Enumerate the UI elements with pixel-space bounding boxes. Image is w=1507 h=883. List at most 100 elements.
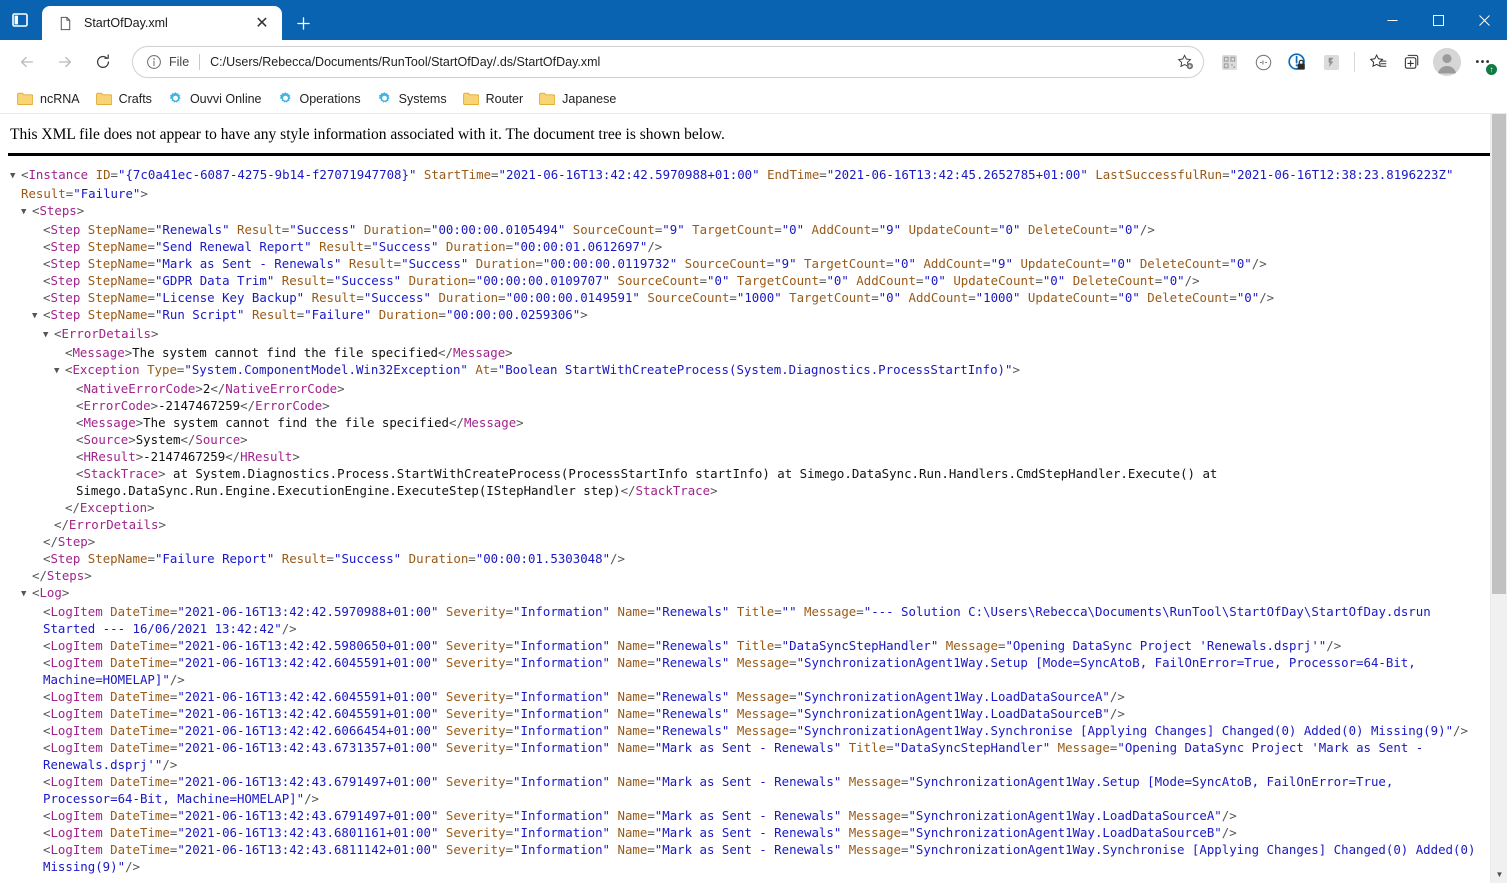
url-text[interactable]: C:/Users/Rebecca/Documents/RunTool/Start…	[210, 55, 1171, 69]
title-bar: StartOfDay.xml ✕	[0, 0, 1507, 40]
bookmark-crafts[interactable]: Crafts	[89, 87, 159, 111]
xml-line: <Source>System</Source>	[76, 432, 248, 447]
twisty-toggle[interactable]: ▼	[21, 204, 32, 221]
notice-divider	[8, 153, 1499, 156]
bookmark-ncrna[interactable]: ncRNA	[10, 87, 87, 111]
profile-avatar[interactable]	[1433, 48, 1461, 76]
vertical-scrollbar[interactable]: ▼	[1490, 114, 1507, 883]
browser-toolbar: File C:/Users/Rebecca/Documents/RunTool/…	[0, 40, 1507, 84]
xml-line: <LogItem DateTime="2021-06-16T13:42:43.6…	[43, 825, 1237, 840]
xml-line: <Step StepName="Failure Report" Result="…	[43, 551, 625, 566]
page-content: This XML file does not appear to have an…	[0, 114, 1507, 883]
xml-line: <LogItem DateTime="2021-06-16T13:42:43.6…	[43, 842, 1483, 874]
scrollbar-thumb[interactable]	[1492, 114, 1506, 594]
browser-tab[interactable]: StartOfDay.xml ✕	[42, 6, 282, 40]
collections-button[interactable]	[1395, 46, 1429, 78]
qr-code-icon	[1221, 54, 1237, 70]
info-glyph	[146, 55, 161, 69]
settings-and-more-button[interactable]: ↑	[1465, 46, 1499, 78]
xml-line: ▼ <Instance ID="{7c0a41ec-6087-4275-9b14-…	[10, 167, 1454, 201]
arrow-left-icon	[20, 56, 34, 68]
refresh-button[interactable]	[84, 46, 122, 78]
add-favorite-icon[interactable]	[1171, 48, 1199, 76]
close-window-button[interactable]	[1461, 0, 1507, 40]
maximize-icon	[1432, 14, 1444, 26]
back-button[interactable]	[8, 46, 46, 78]
xml-line: <LogItem DateTime="2021-06-16T13:42:42.6…	[43, 689, 1125, 704]
folder-icon	[95, 92, 112, 105]
bookmark-operations[interactable]: Operations	[271, 87, 368, 111]
close-tab-icon[interactable]: ✕	[250, 11, 274, 35]
collections-icon	[1404, 54, 1418, 69]
tab-actions-glyph	[12, 13, 28, 27]
bookmark-label: Systems	[398, 91, 447, 106]
info-icon[interactable]	[145, 54, 162, 71]
xml-document-tree: ▼ <Instance ID="{7c0a41ec-6087-4275-9b14-…	[0, 166, 1507, 875]
arrow-right-icon	[58, 56, 72, 68]
favorites-star-icon	[1369, 53, 1386, 67]
xml-line: <LogItem DateTime="2021-06-16T13:42:42.6…	[43, 723, 1468, 738]
folder-icon	[17, 92, 33, 105]
new-tab-button[interactable]	[286, 8, 320, 38]
xml-line: <HResult>-2147467259</HResult>	[76, 449, 300, 464]
bookmark-label: Ouvvi Online	[189, 91, 262, 106]
bookmark-router[interactable]: Router	[456, 87, 531, 111]
scroll-down-arrow[interactable]: ▼	[1491, 866, 1507, 883]
omnibox-divider	[199, 54, 201, 70]
xml-line: ▼ <Step StepName="Run Script" Result="Fai…	[10, 306, 1483, 325]
maximize-button[interactable]	[1415, 0, 1461, 40]
xml-line: <LogItem DateTime="2021-06-16T13:42:42.6…	[43, 655, 1424, 687]
folder-icon	[539, 92, 556, 105]
favorites-button[interactable]	[1361, 46, 1395, 78]
bookmark-label: Operations	[299, 91, 361, 106]
bookmark-ouvvi-online[interactable]: Ouvvi Online	[161, 87, 269, 111]
twisty-toggle[interactable]: ▼	[32, 308, 43, 325]
xml-line: </Step>	[43, 534, 96, 549]
xml-line: ▼ <ErrorDetails>	[10, 325, 1483, 344]
xml-line: <LogItem DateTime="2021-06-16T13:42:42.6…	[43, 706, 1125, 721]
read-aloud-button[interactable]	[1246, 46, 1280, 78]
xml-line: <LogItem DateTime="2021-06-16T13:42:42.5…	[43, 638, 1342, 653]
read-aloud-icon	[1255, 54, 1271, 70]
page-glyph	[60, 16, 70, 30]
bookmark-label: Japanese	[562, 91, 617, 106]
gear-icon	[378, 92, 390, 103]
extension-button[interactable]	[1314, 46, 1348, 78]
xml-line: <Step StepName="Send Renewal Report" Res…	[43, 239, 663, 254]
twisty-toggle[interactable]: ▼	[43, 327, 54, 344]
xml-line: <Message>The system cannot find the file…	[65, 345, 513, 360]
twisty-toggle[interactable]: ▼	[54, 363, 65, 380]
xml-line: <Step StepName="GDPR Data Trim" Result="…	[43, 273, 1200, 288]
favorites-bar: ncRNA Crafts Ouvvi Online Operations Sys…	[0, 84, 1507, 114]
xml-line: <LogItem DateTime="2021-06-16T13:42:43.6…	[43, 808, 1237, 823]
twisty-toggle[interactable]: ▼	[10, 168, 21, 185]
tab-actions-icon[interactable]	[0, 0, 40, 40]
xml-line: <Message>The system cannot find the file…	[76, 415, 524, 430]
xml-line: <Step StepName="Mark as Sent - Renewals"…	[43, 256, 1267, 271]
star-plus-glyph	[1177, 53, 1193, 69]
gear-icon	[169, 92, 181, 103]
minimize-button[interactable]	[1369, 0, 1415, 40]
address-bar[interactable]: File C:/Users/Rebecca/Documents/RunTool/…	[132, 46, 1204, 78]
toolbar-divider	[1354, 52, 1355, 72]
tracking-shield-icon	[1288, 53, 1305, 70]
bookmark-label: Crafts	[118, 91, 152, 106]
xml-line: ▼ <Exception Type="System.ComponentModel.…	[10, 361, 1483, 380]
xml-line: </ErrorDetails>	[54, 517, 166, 532]
folder-icon	[462, 92, 479, 105]
tracking-prevention-button[interactable]	[1280, 46, 1314, 78]
page-icon	[56, 14, 74, 32]
bookmark-japanese[interactable]: Japanese	[532, 87, 623, 111]
twisty-toggle[interactable]: ▼	[21, 586, 32, 603]
xml-line: <LogItem DateTime="2021-06-16T13:42:43.6…	[43, 740, 1431, 772]
forward-button[interactable]	[46, 46, 84, 78]
xml-line: <StackTrace> at System.Diagnostics.Proce…	[76, 466, 1225, 498]
minimize-icon	[1387, 19, 1397, 21]
refresh-icon	[96, 54, 110, 68]
bookmark-systems[interactable]: Systems	[370, 87, 454, 111]
xml-line: <LogItem DateTime="2021-06-16T13:42:43.6…	[43, 774, 1401, 806]
xml-line: </Exception>	[65, 500, 155, 515]
qr-code-button[interactable]	[1212, 46, 1246, 78]
xml-line: <ErrorCode>-2147467259</ErrorCode>	[76, 398, 330, 413]
xml-line: <LogItem DateTime="2021-06-16T13:42:42.5…	[43, 604, 1439, 636]
